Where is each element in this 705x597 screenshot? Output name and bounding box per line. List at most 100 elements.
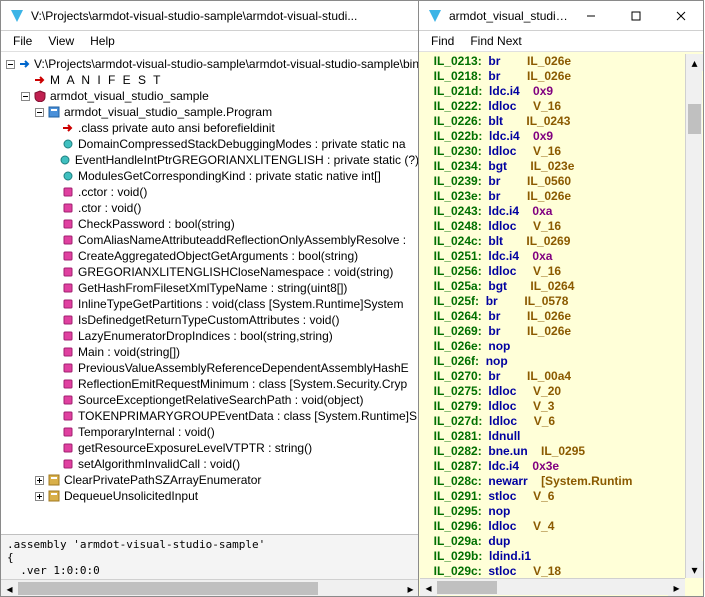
tree-row[interactable]: SourceExceptiongetRelativeSearchPath : v…	[1, 392, 419, 408]
tree-row[interactable]: M A N I F E S T	[1, 72, 419, 88]
method-icon	[61, 201, 75, 215]
il-line: IL_0281: ldnull	[427, 429, 695, 444]
il-line: IL_023e: br IL_026e	[427, 189, 695, 204]
tree-row[interactable]: TOKENPRIMARYGROUPEventData : class [Syst…	[1, 408, 419, 424]
expand-toggle[interactable]	[33, 490, 45, 502]
titlebar[interactable]: V:\Projects\armdot-visual-studio-sample\…	[1, 1, 419, 31]
method-icon	[61, 345, 75, 359]
method-icon	[61, 313, 75, 327]
expand-toggle	[47, 426, 59, 438]
expand-toggle[interactable]	[33, 474, 45, 486]
menu-find[interactable]: Find	[423, 32, 462, 50]
tree-row[interactable]: .class private auto ansi beforefieldinit	[1, 120, 419, 136]
scroll-left-icon[interactable]: ◂	[1, 580, 18, 596]
h-scrollbar[interactable]: ◂ ▸	[1, 579, 419, 596]
tree-row[interactable]: TemporaryInternal : void()	[1, 424, 419, 440]
menu-view[interactable]: View	[40, 32, 82, 50]
app-icon	[9, 8, 25, 24]
method-icon	[61, 457, 75, 471]
expand-toggle[interactable]	[19, 90, 31, 102]
tree-row[interactable]: LazyEnumeratorDropIndices : bool(string,…	[1, 328, 419, 344]
il-titlebar[interactable]: armdot_visual_studio_s...	[419, 1, 703, 31]
left-content: V:\Projects\armdot-visual-studio-sample\…	[1, 52, 419, 596]
expand-toggle	[47, 234, 59, 246]
tree-row[interactable]: GREGORIANXLITENGLISHCloseNamespace : voi…	[1, 264, 419, 280]
il-line: IL_0248: ldloc V_16	[427, 219, 695, 234]
method-icon	[61, 249, 75, 263]
il-line: IL_0287: ldc.i4 0x3e	[427, 459, 695, 474]
tree-row[interactable]: PreviousValueAssemblyReferenceDependentA…	[1, 360, 419, 376]
tree-row[interactable]: armdot_visual_studio_sample	[1, 88, 419, 104]
maximize-button[interactable]	[613, 1, 658, 30]
tree-label: TemporaryInternal : void()	[78, 425, 215, 439]
tree-row[interactable]: .ctor : void()	[1, 200, 419, 216]
tree-label: InlineTypeGetPartitions : void(class [Sy…	[78, 297, 403, 311]
tree-view[interactable]: V:\Projects\armdot-visual-studio-sample\…	[1, 52, 419, 534]
expand-toggle[interactable]	[33, 106, 45, 118]
method-icon	[61, 297, 75, 311]
tree-row[interactable]: CreateAggregatedObjectGetArguments : boo…	[1, 248, 419, 264]
il-line: IL_0243: ldc.i4 0xa	[427, 204, 695, 219]
tree-row[interactable]: IsDefinedgetReturnTypeCustomAttributes :…	[1, 312, 419, 328]
scroll-right-icon[interactable]: ▸	[402, 580, 419, 596]
expand-toggle	[47, 410, 59, 422]
expand-toggle	[19, 74, 31, 86]
tree-row[interactable]: ClearPrivatePathSZArrayEnumerator	[1, 472, 419, 488]
tree-label: EventHandleIntPtrGREGORIANXLITENGLISH : …	[75, 153, 419, 167]
tree-row[interactable]: ComAliasNameAttributeaddReflectionOnlyAs…	[1, 232, 419, 248]
il-line: IL_0264: br IL_026e	[427, 309, 695, 324]
expand-toggle[interactable]	[5, 58, 16, 70]
tree-row[interactable]: ReflectionEmitRequestMinimum : class [Sy…	[1, 376, 419, 392]
scroll-thumb[interactable]	[18, 582, 318, 595]
scroll-down-icon[interactable]: ▾	[686, 561, 703, 578]
scroll-vthumb[interactable]	[688, 104, 701, 134]
close-button[interactable]	[658, 1, 703, 30]
tree-row[interactable]: InlineTypeGetPartitions : void(class [Sy…	[1, 296, 419, 312]
method-icon	[61, 185, 75, 199]
app-icon	[427, 8, 443, 24]
il-line: IL_029a: dup	[427, 534, 695, 549]
tree-label: DomainCompressedStackDebuggingModes : pr…	[78, 137, 406, 151]
tree-row[interactable]: ModulesGetCorrespondingKind : private st…	[1, 168, 419, 184]
tree-row[interactable]: DequeueUnsolicitedInput	[1, 488, 419, 504]
scroll-thumb[interactable]	[437, 581, 497, 594]
scroll-up-icon[interactable]: ▴	[686, 54, 703, 71]
tree-row[interactable]: CheckPassword : bool(string)	[1, 216, 419, 232]
tree-row[interactable]: setAlgorithmInvalidCall : void()	[1, 456, 419, 472]
class-gold-icon	[47, 489, 61, 503]
expand-toggle	[47, 138, 59, 150]
tree-label: ModulesGetCorrespondingKind : private st…	[78, 169, 381, 183]
tree-label: getResourceExposureLevelVTPTR : string()	[78, 441, 312, 455]
expand-toggle	[47, 122, 59, 134]
tree-row[interactable]: EventHandleIntPtrGREGORIANXLITENGLISH : …	[1, 152, 419, 168]
scroll-left-icon[interactable]: ◂	[420, 579, 437, 596]
tree-row[interactable]: V:\Projects\armdot-visual-studio-sample\…	[1, 56, 419, 72]
il-window: armdot_visual_studio_s... Find Find Next…	[418, 0, 704, 597]
v-scrollbar[interactable]: ▴ ▾	[685, 54, 702, 578]
scroll-right-icon[interactable]: ▸	[668, 579, 685, 596]
il-listing[interactable]: IL_0213: br IL_026e IL_0218: br IL_026e …	[419, 52, 703, 596]
expand-toggle	[47, 346, 59, 358]
tree-row[interactable]: getResourceExposureLevelVTPTR : string()	[1, 440, 419, 456]
il-line: IL_0269: br IL_026e	[427, 324, 695, 339]
method-icon	[61, 393, 75, 407]
menubar: File View Help	[1, 31, 419, 52]
menu-help[interactable]: Help	[82, 32, 123, 50]
tree-label: ClearPrivatePathSZArrayEnumerator	[64, 473, 261, 487]
menu-file[interactable]: File	[5, 32, 40, 50]
menu-find-next[interactable]: Find Next	[462, 32, 529, 50]
expand-toggle	[47, 282, 59, 294]
tree-label: GREGORIANXLITENGLISHCloseNamespace : voi…	[78, 265, 393, 279]
tree-row[interactable]: Main : void(string[])	[1, 344, 419, 360]
arrow-blue-icon	[18, 57, 31, 71]
info-panel: .assembly 'armdot-visual-studio-sample' …	[1, 534, 419, 579]
il-h-scrollbar[interactable]: ◂ ▸	[420, 578, 685, 595]
tree-row[interactable]: .cctor : void()	[1, 184, 419, 200]
tree-row[interactable]: GetHashFromFilesetXmlTypeName : string(u…	[1, 280, 419, 296]
expand-toggle	[47, 394, 59, 406]
minimize-button[interactable]	[568, 1, 613, 30]
tree-row[interactable]: armdot_visual_studio_sample.Program	[1, 104, 419, 120]
expand-toggle	[47, 202, 59, 214]
il-line: IL_0296: ldloc V_4	[427, 519, 695, 534]
tree-row[interactable]: DomainCompressedStackDebuggingModes : pr…	[1, 136, 419, 152]
